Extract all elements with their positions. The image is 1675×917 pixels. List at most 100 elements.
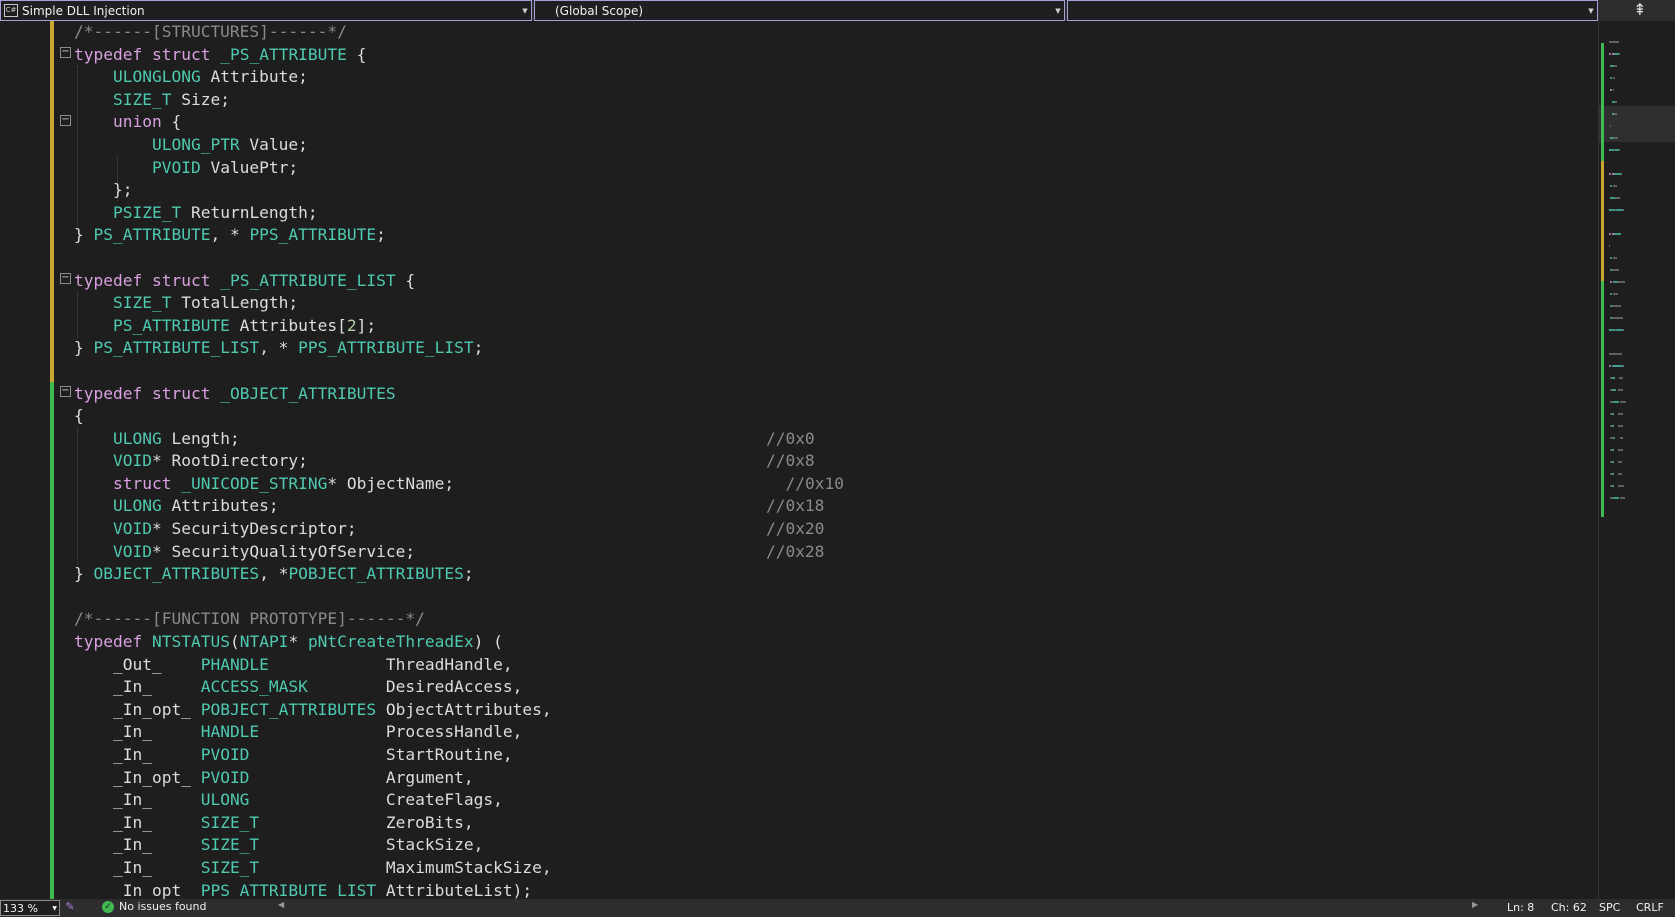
code-line[interactable]: typedef NTSTATUS(NTAPI* pNtCreateThreadE…	[74, 631, 844, 654]
code-line[interactable]: _In_ SIZE_T MaximumStackSize,	[74, 857, 844, 880]
code-line[interactable]: _In_ SIZE_T StackSize,	[74, 834, 844, 857]
code-token: {	[395, 270, 416, 290]
indent-mode[interactable]: SPC	[1599, 901, 1620, 914]
minimap-token	[1622, 281, 1625, 283]
char-number[interactable]: Ch: 62	[1551, 901, 1587, 914]
code-token: VOID	[112, 519, 152, 539]
collapse-toggle-icon[interactable]: −	[60, 47, 71, 58]
code-token: (	[229, 632, 240, 652]
code-token: ;	[473, 338, 484, 358]
code-line[interactable]: _In_opt_ PVOID Argument,	[74, 767, 844, 790]
code-editor[interactable]: − − − − /*------[STRUCTURES]------*/ type…	[0, 21, 1598, 899]
code-line[interactable]: SIZE_T Size;	[74, 89, 844, 112]
code-line[interactable]: ULONG Length; //0x0	[74, 428, 844, 451]
code-token: _In_opt_	[74, 880, 201, 899]
code-line[interactable]	[74, 247, 844, 270]
chevron-down-icon: ▼	[1055, 6, 1061, 15]
code-line[interactable]: /*------[FUNCTION PROTOTYPE]------*/	[74, 608, 844, 631]
project-dropdown[interactable]: C# Simple DLL Injection ▼	[0, 0, 532, 21]
code-token: pNtCreateThreadEx	[307, 632, 474, 652]
code-line[interactable]: typedef struct _OBJECT_ATTRIBUTES	[74, 383, 844, 406]
minimap-token	[1623, 365, 1625, 367]
code-line[interactable]: _In_ HANDLE ProcessHandle,	[74, 721, 844, 744]
code-line[interactable]	[74, 586, 844, 609]
line-ending[interactable]: CRLF	[1636, 901, 1664, 914]
line-number[interactable]: Ln: 8	[1507, 901, 1534, 914]
collapse-toggle-icon[interactable]: −	[60, 115, 71, 126]
code-token: _PS_ATTRIBUTE	[220, 44, 347, 64]
minimap-token	[1618, 389, 1624, 391]
code-token: /*------[STRUCTURES]------*/	[74, 22, 347, 41]
minimap-token	[1609, 41, 1619, 43]
code-token: ACCESS_MASK	[200, 677, 308, 697]
code-line[interactable]: _In_ SIZE_T ZeroBits,	[74, 812, 844, 835]
code-line[interactable]: _In_opt_ POBJECT_ATTRIBUTES ObjectAttrib…	[74, 699, 844, 722]
code-token: SIZE_T	[200, 812, 260, 832]
code-line[interactable]: _In_ PVOID StartRoutine,	[74, 744, 844, 767]
code-line[interactable]: /*------[STRUCTURES]------*/	[74, 21, 844, 44]
code-line[interactable]: VOID* SecurityDescriptor; //0x20	[74, 518, 844, 541]
code-line[interactable]: } PS_ATTRIBUTE_LIST, * PPS_ATTRIBUTE_LIS…	[74, 337, 844, 360]
code-line[interactable]: _In_ ACCESS_MASK DesiredAccess,	[74, 676, 844, 699]
code-token: _OBJECT_ATTRIBUTES	[220, 383, 396, 403]
code-line[interactable]: ULONG Attributes; //0x18	[74, 495, 844, 518]
collapse-toggle-icon[interactable]: −	[60, 386, 71, 397]
code-token: Attribute;	[200, 67, 308, 87]
code-line[interactable]: struct _UNICODE_STRING* ObjectName; //0x…	[74, 473, 844, 496]
scope-dropdown[interactable]: (Global Scope) ▼	[534, 0, 1065, 21]
status-bar: 133 % ▼ ✎ ✓ No issues found ◀ ▶ Ln: 8 Ch…	[0, 899, 1675, 917]
issues-text: No issues found	[119, 900, 207, 913]
code-line[interactable]: } OBJECT_ATTRIBUTES, *POBJECT_ATTRIBUTES…	[74, 563, 844, 586]
code-token: ULONG_PTR	[151, 134, 240, 154]
minimap-token	[1619, 497, 1626, 499]
scroll-right-icon[interactable]: ▶	[1472, 900, 1478, 909]
minimap-scrollbar[interactable]	[1598, 21, 1675, 899]
code-line[interactable]: {	[74, 405, 844, 428]
split-editor-button[interactable]: ⇞	[1625, 0, 1655, 21]
code-line[interactable]: typedef struct _PS_ATTRIBUTE {	[74, 44, 844, 67]
minimap-token	[1614, 233, 1621, 235]
code-line[interactable]	[74, 360, 844, 383]
code-line[interactable]: };	[74, 179, 844, 202]
code-line[interactable]: union {	[74, 111, 844, 134]
code-token: ZeroBits,	[259, 812, 474, 832]
code-token: AttributeList);	[376, 880, 533, 899]
code-line[interactable]: VOID* SecurityQualityOfService; //0x28	[74, 541, 844, 564]
minimap-token	[1619, 437, 1623, 439]
code-token: _In_opt_	[74, 699, 201, 719]
member-dropdown[interactable]: ▼	[1067, 0, 1598, 21]
minimap-token	[1619, 197, 1620, 199]
code-line[interactable]: _Out_ PHANDLE ThreadHandle,	[74, 654, 844, 677]
code-line[interactable]: VOID* RootDirectory; //0x8	[74, 450, 844, 473]
code-token: }	[74, 338, 94, 358]
code-line[interactable]: } PS_ATTRIBUTE, * PPS_ATTRIBUTE;	[74, 224, 844, 247]
code-line[interactable]: PSIZE_T ReturnLength;	[74, 202, 844, 225]
code-text[interactable]: /*------[STRUCTURES]------*/ typedef stru…	[74, 21, 844, 899]
collapse-toggle-icon[interactable]: −	[60, 273, 71, 284]
minimap-change-marker	[1601, 281, 1604, 517]
code-token: CreateFlags,	[249, 790, 503, 810]
code-line[interactable]: ULONGLONG Attribute;	[74, 66, 844, 89]
minimap-token	[1615, 101, 1618, 103]
code-line[interactable]: _In_ ULONG CreateFlags,	[74, 789, 844, 812]
code-line[interactable]: PS_ATTRIBUTE Attributes[2];	[74, 315, 844, 338]
code-line[interactable]: _In_opt_ PPS_ATTRIBUTE_LIST AttributeLis…	[74, 880, 844, 899]
code-cleanup-icon[interactable]: ✎	[63, 900, 77, 914]
code-token: POBJECT_ATTRIBUTES	[200, 699, 377, 719]
zoom-dropdown[interactable]: 133 % ▼	[0, 900, 60, 916]
minimap-token	[1613, 137, 1618, 139]
code-line[interactable]: SIZE_T TotalLength;	[74, 292, 844, 315]
scroll-left-icon[interactable]: ◀	[278, 900, 284, 909]
code-line[interactable]: typedef struct _PS_ATTRIBUTE_LIST {	[74, 270, 844, 293]
code-token: _In_	[74, 812, 201, 832]
issues-indicator[interactable]: ✓ No issues found	[102, 900, 206, 913]
code-line[interactable]: ULONG_PTR Value;	[74, 134, 844, 157]
minimap-token	[1618, 461, 1622, 463]
code-line[interactable]: PVOID ValuePtr;	[74, 157, 844, 180]
zoom-level: 133 %	[3, 901, 38, 915]
code-token: , *	[210, 225, 250, 245]
code-token: SIZE_T	[112, 293, 172, 313]
